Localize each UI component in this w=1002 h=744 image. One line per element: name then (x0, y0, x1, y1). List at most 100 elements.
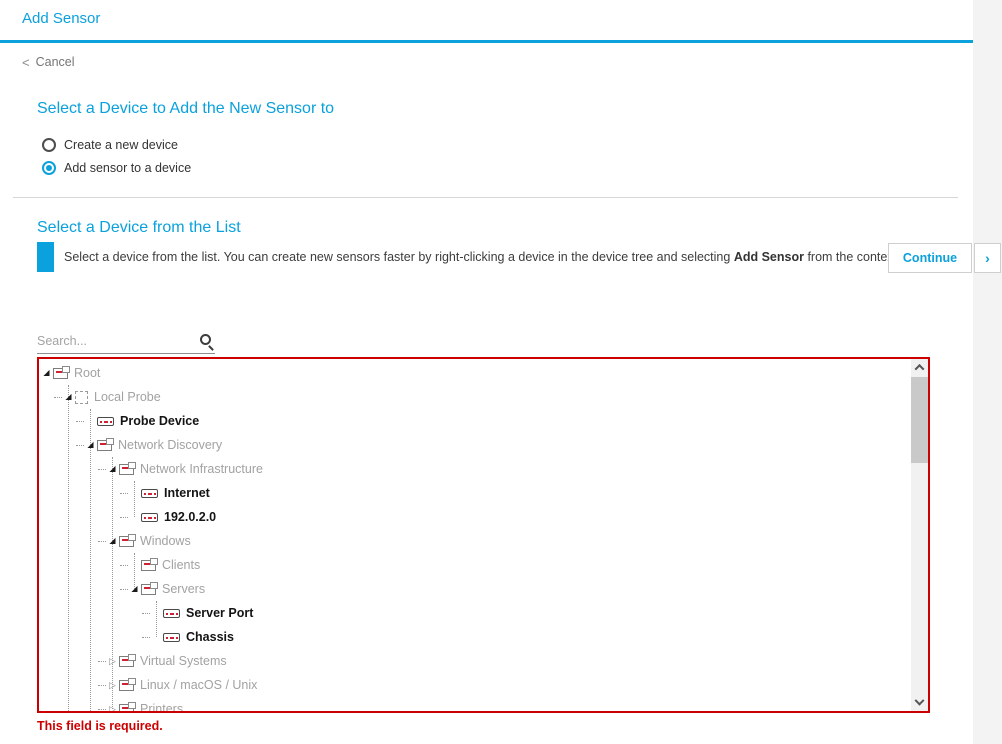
tree-item-network-infrastructure[interactable]: ◢ Network Infrastructure (39, 457, 911, 481)
continue-arrow-button[interactable]: › (974, 243, 1001, 273)
tree-connector (98, 684, 106, 686)
device-choice-radio-group: Create a new device Add sensor to a devi… (42, 133, 191, 179)
tree-item-probe-device[interactable]: Probe Device (39, 409, 911, 433)
cancel-link[interactable]: < Cancel (22, 55, 75, 69)
scrollbar-thumb[interactable] (911, 377, 928, 463)
tree-item-label: Local Probe (94, 390, 161, 404)
chevron-up-icon (914, 363, 925, 374)
tree-connector (142, 612, 150, 614)
group-icon (97, 437, 114, 451)
tree-item-internet[interactable]: Internet (39, 481, 911, 505)
probe-icon (75, 390, 88, 404)
tree-connector (98, 708, 106, 710)
page-title: Add Sensor (22, 10, 101, 27)
group-icon (53, 365, 70, 379)
tree-connector (98, 540, 106, 542)
tree-item-label: Printers (140, 702, 184, 711)
section-heading-device-choice: Select a Device to Add the New Sensor to (37, 100, 335, 117)
expander-slot[interactable]: ◢ (106, 529, 119, 553)
tree-item-label: Virtual Systems (140, 654, 227, 668)
tree-item-virtual-systems[interactable]: ▷ Virtual Systems (39, 649, 911, 673)
device-icon (141, 488, 158, 498)
tree-item-label: Linux / macOS / Unix (140, 678, 258, 692)
tree-item-label: Windows (140, 534, 191, 548)
tree-item-label: Chassis (186, 630, 234, 644)
chevron-down-icon (914, 695, 925, 706)
expander-slot[interactable]: ◢ (106, 457, 119, 481)
chevron-right-icon: › (985, 250, 990, 266)
page-right-gutter (973, 0, 1002, 744)
tree-item-label: Root (74, 366, 101, 380)
chevron-left-icon: < (22, 54, 30, 70)
tree-item-root[interactable]: ◢ Root (39, 361, 911, 385)
scroll-down-button[interactable] (911, 695, 928, 711)
scroll-up-button[interactable] (911, 359, 928, 375)
tree-connector (142, 636, 150, 638)
radio-label: Create a new device (64, 137, 178, 152)
tree-item-servers[interactable]: ◢ Servers (39, 577, 911, 601)
expander-slot[interactable]: ◢ (62, 385, 75, 409)
radio-selected-icon[interactable] (42, 160, 56, 175)
tree-item-label: Probe Device (120, 414, 200, 428)
add-sensor-page: Add Sensor < Cancel Select a Device to A… (0, 0, 1002, 744)
device-tree-rows: ◢ Root ◢ Local Probe Probe Device ◢ Netw… (39, 361, 911, 711)
section-divider (13, 197, 958, 198)
tree-item-label: Server Port (186, 606, 254, 620)
tree-connector (120, 492, 128, 494)
cancel-label: Cancel (35, 55, 75, 69)
device-icon (141, 512, 158, 522)
tree-item-label: Internet (164, 486, 210, 500)
tree-item-local-probe[interactable]: ◢ Local Probe (39, 385, 911, 409)
tree-connector (98, 660, 106, 662)
tree-item-server-port[interactable]: Server Port (39, 601, 911, 625)
expander-slot[interactable]: ▷ (106, 673, 119, 697)
device-icon (163, 608, 180, 618)
tree-item-label: Network Infrastructure (140, 462, 263, 476)
validation-message: This field is required. (37, 719, 163, 733)
expander-slot[interactable]: ▷ (106, 697, 119, 711)
tree-item-label: Clients (162, 558, 201, 572)
group-icon (119, 701, 136, 711)
section-heading-device-list: Select a Device from the List (37, 219, 241, 236)
group-icon (119, 677, 136, 691)
device-tree: ◢ Root ◢ Local Probe Probe Device ◢ Netw… (37, 357, 930, 713)
radio-add-sensor-to-device[interactable]: Add sensor to a device (42, 156, 191, 179)
tree-connector (76, 420, 84, 422)
radio-label: Add sensor to a device (64, 160, 192, 175)
group-icon (119, 653, 136, 667)
search-icon[interactable] (200, 334, 211, 345)
tree-connector (54, 396, 62, 398)
info-message: Select a device from the list. You can c… (64, 242, 935, 272)
group-icon (141, 581, 158, 595)
tree-item-label: Network Discovery (118, 438, 223, 452)
expander-slot[interactable]: ◢ (84, 433, 97, 457)
tree-item-clients[interactable]: Clients (39, 553, 911, 577)
group-icon (119, 461, 136, 475)
expander-slot[interactable]: ◢ (40, 361, 53, 385)
radio-create-new-device[interactable]: Create a new device (42, 133, 191, 156)
tree-connector (120, 564, 128, 566)
tree-item-printers[interactable]: ▷ Printers (39, 697, 911, 711)
info-icon (37, 242, 54, 272)
info-message-text: Select a device from the list. You can c… (64, 250, 734, 264)
device-icon (97, 416, 114, 426)
device-search (37, 331, 215, 354)
radio-unselected-icon[interactable] (42, 137, 56, 152)
expander-slot[interactable]: ▷ (106, 649, 119, 673)
tree-item-192-0-2-0[interactable]: 192.0.2.0 (39, 505, 911, 529)
tree-item-label: Servers (162, 582, 206, 596)
tree-item-windows[interactable]: ◢ Windows (39, 529, 911, 553)
tree-connector (120, 588, 128, 590)
expander-slot[interactable]: ◢ (128, 577, 141, 601)
group-icon (119, 533, 136, 547)
continue-button[interactable]: Continue (888, 243, 972, 273)
search-input[interactable] (37, 331, 215, 354)
tree-connector (120, 516, 128, 518)
title-accent-rule (0, 40, 973, 43)
tree-scrollbar[interactable] (911, 359, 928, 711)
tree-connector (98, 468, 106, 470)
tree-item-linux-macos-unix[interactable]: ▷ Linux / macOS / Unix (39, 673, 911, 697)
tree-item-label: 192.0.2.0 (164, 510, 217, 524)
tree-item-chassis[interactable]: Chassis (39, 625, 911, 649)
tree-item-network-discovery[interactable]: ◢ Network Discovery (39, 433, 911, 457)
